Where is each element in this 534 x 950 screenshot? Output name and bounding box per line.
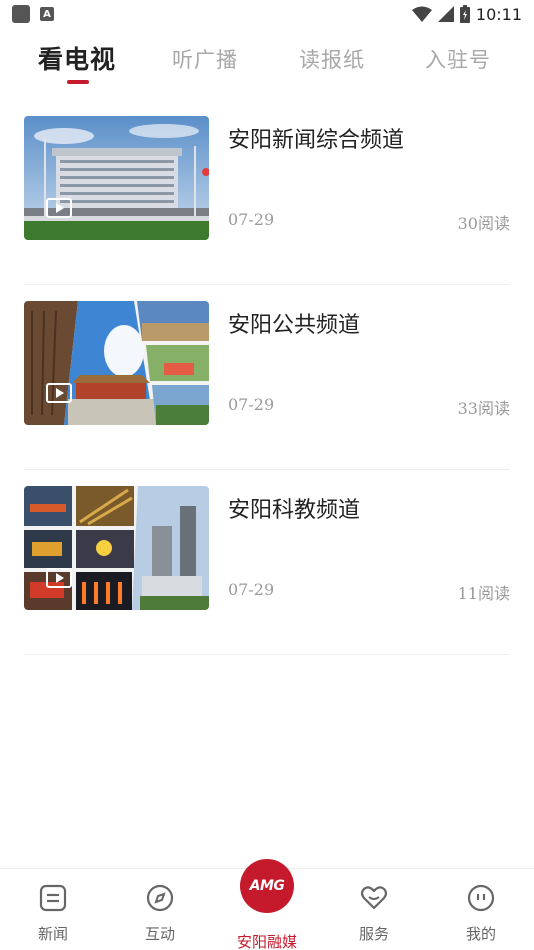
nav-news[interactable]: 新闻 xyxy=(8,869,98,950)
channel-item[interactable]: 安阳科教频道 07-29 11阅读 xyxy=(24,470,510,655)
news-icon xyxy=(39,884,67,912)
nav-label: 新闻 xyxy=(37,925,68,943)
notification-a-icon: A xyxy=(40,7,54,21)
compass-icon xyxy=(146,884,174,912)
play-icon xyxy=(46,198,72,218)
government-building-photo xyxy=(24,116,209,240)
profile-icon xyxy=(467,884,495,912)
channel-read-count: 33阅读 xyxy=(457,399,510,418)
notification-app-icon xyxy=(12,5,30,23)
status-bar-right: 10:11 xyxy=(411,4,522,24)
heart-icon xyxy=(360,886,388,910)
channel-item[interactable]: 安阳公共频道 07-29 33阅读 xyxy=(24,285,510,470)
bottom-navigation: 新闻 互动 AMG 安阳融媒 服务 我的 xyxy=(0,859,534,950)
industry-collage-photo xyxy=(24,486,209,610)
nav-profile[interactable]: 我的 xyxy=(436,869,526,950)
channel-thumbnail xyxy=(24,486,209,610)
battery-icon xyxy=(459,5,470,23)
channel-date: 07-29 xyxy=(228,580,275,599)
wifi-icon xyxy=(411,6,432,22)
nav-label: 互动 xyxy=(144,925,175,943)
nav-anyang-media[interactable]: AMG 安阳融媒 xyxy=(222,859,312,950)
tab-radio[interactable]: 听广播 xyxy=(172,44,238,74)
status-bar-left: A xyxy=(12,5,54,23)
channel-title: 安阳科教频道 xyxy=(228,498,361,523)
tab-accounts[interactable]: 入驻号 xyxy=(425,44,491,74)
tab-tv[interactable]: 看电视 xyxy=(38,40,116,76)
active-tab-indicator xyxy=(67,80,89,84)
city-collage-photo xyxy=(24,301,209,425)
nav-label: 安阳融媒 xyxy=(236,933,297,950)
channel-read-count: 11阅读 xyxy=(457,584,510,603)
channel-list: 安阳新闻综合频道 07-29 30阅读 安阳公共频道 07-29 33阅读 安阳… xyxy=(24,100,510,655)
channel-thumbnail xyxy=(24,116,209,240)
play-icon xyxy=(46,568,72,588)
nav-service[interactable]: 服务 xyxy=(329,869,419,950)
status-bar: A 10:11 xyxy=(0,0,534,28)
channel-thumbnail xyxy=(24,301,209,425)
channel-date: 07-29 xyxy=(228,210,275,229)
clock: 10:11 xyxy=(475,4,522,24)
signal-icon xyxy=(437,6,454,22)
channel-title: 安阳新闻综合频道 xyxy=(228,128,405,153)
channel-date: 07-29 xyxy=(228,395,275,414)
tab-newspaper[interactable]: 读报纸 xyxy=(299,44,365,74)
channel-item[interactable]: 安阳新闻综合频道 07-29 30阅读 xyxy=(24,100,510,285)
channel-read-count: 30阅读 xyxy=(457,214,510,233)
nav-label: 服务 xyxy=(358,925,389,943)
amg-logo: AMG xyxy=(240,859,294,913)
nav-label: 我的 xyxy=(465,925,496,943)
nav-interact[interactable]: 互动 xyxy=(115,869,205,950)
media-tabs: 看电视 听广播 读报纸 入驻号 xyxy=(0,40,534,90)
channel-title: 安阳公共频道 xyxy=(228,313,361,338)
play-icon xyxy=(46,383,72,403)
